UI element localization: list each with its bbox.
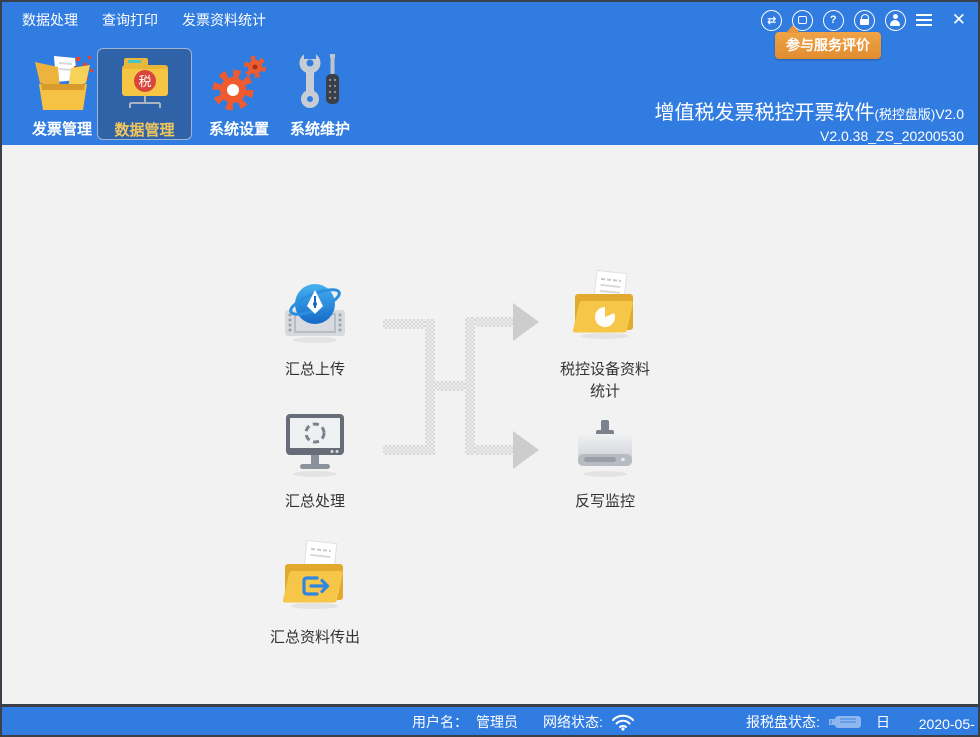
tab-invoice-management[interactable]: 发票管理	[14, 48, 110, 140]
node-summary-upload[interactable]: 汇总上传	[250, 278, 380, 381]
app-title-main: 增值税发票税控开票软件	[655, 102, 875, 124]
menu-data-processing[interactable]: 数据处理	[22, 10, 78, 30]
tab-system-maintenance[interactable]: 系统维护	[275, 48, 365, 140]
speech-bubble-icon	[798, 16, 807, 24]
user-icon[interactable]	[885, 10, 906, 31]
menu-invoice-statistics[interactable]: 发票资料统计	[182, 10, 266, 30]
close-button[interactable]: ✕	[952, 10, 966, 30]
app-title-version: V2.0	[935, 106, 964, 122]
globe-pen-icon	[279, 278, 351, 348]
node-label: 汇总上传	[285, 359, 345, 381]
flow-pipe	[465, 317, 475, 455]
help-icon[interactable]: ?	[823, 10, 844, 31]
flow-arrow-bottom	[513, 431, 539, 469]
node-label: 反写监控	[575, 491, 635, 513]
tools-icon	[275, 48, 365, 114]
menu-hamburger-icon[interactable]	[916, 12, 932, 28]
node-label: 汇总处理	[285, 491, 345, 513]
drive-brush-icon	[570, 416, 640, 480]
service-rating-tooltip[interactable]: 参与服务评价	[775, 32, 881, 59]
switch-user-icon[interactable]: ⇄	[761, 10, 782, 31]
tooltip-tail	[786, 25, 800, 33]
app-build-version: V2.0.38_ZS_20200530	[655, 128, 964, 144]
tab-system-settings[interactable]: 系统设置	[194, 48, 284, 140]
monitor-refresh-icon	[280, 410, 350, 480]
usb-drive-icon	[828, 713, 864, 731]
date-value: 2020-05-28	[919, 716, 978, 737]
person-glyph	[889, 14, 901, 26]
invoice-box-icon	[14, 48, 110, 114]
status-network: 网络状态:	[543, 712, 635, 732]
flow-pipe	[475, 317, 515, 327]
tooltip-text: 参与服务评价	[786, 37, 870, 53]
user-value: 管理员	[476, 712, 518, 732]
network-label: 网络状态:	[543, 712, 603, 732]
app-title: 增值税发票税控开票软件(税控盘版)V2.0 V2.0.38_ZS_2020053…	[655, 96, 964, 144]
data-folder-icon: 税	[98, 49, 191, 115]
status-user: 用户名： 管理员	[412, 712, 518, 732]
user-label: 用户名：	[412, 712, 468, 732]
svg-text:税: 税	[138, 74, 151, 89]
gears-icon	[194, 48, 284, 114]
node-label: 税控设备资料统计	[557, 359, 653, 403]
folder-export-icon	[275, 540, 355, 616]
taxdisk-label: 报税盘状态:	[746, 712, 820, 732]
status-tax-disk: 报税盘状态:	[746, 712, 864, 732]
flow-pipe	[425, 319, 435, 455]
wifi-icon	[611, 713, 635, 731]
menu-items: 数据处理 查询打印 发票资料统计	[22, 10, 266, 30]
tab-label: 系统维护	[275, 118, 365, 139]
padlock-glyph	[860, 19, 869, 25]
app-title-edition: (税控盘版)	[875, 107, 936, 122]
tab-label: 数据管理	[98, 119, 191, 140]
tab-label: 发票管理	[14, 118, 110, 139]
flow-pipe	[435, 381, 467, 391]
flow-arrow-top	[513, 303, 539, 341]
tab-label: 系统设置	[194, 118, 284, 139]
node-summary-processing[interactable]: 汇总处理	[250, 410, 380, 513]
app-window: 数据处理 查询打印 发票资料统计 ⇄ ? ✕ 参与服务评价	[0, 0, 980, 737]
question-glyph: ?	[830, 14, 837, 26]
lock-icon[interactable]	[854, 10, 875, 31]
main-area: 汇总上传 税控设备资料统计	[2, 145, 978, 704]
status-bar: 用户名： 管理员 网络状态: 报税盘状态:	[2, 704, 978, 735]
flow-pipe	[475, 445, 515, 455]
folder-statistics-icon	[563, 270, 647, 348]
node-label: 汇总资料传出	[270, 627, 360, 649]
status-date: 日期： 2020-05-28	[876, 712, 978, 737]
node-summary-export[interactable]: 汇总资料传出	[250, 540, 380, 649]
date-label: 日期：	[876, 712, 911, 737]
exchange-glyph: ⇄	[767, 14, 775, 27]
tab-data-management[interactable]: 税 数据管理	[97, 48, 192, 140]
flow-pipe	[383, 445, 435, 455]
node-tax-device-statistics[interactable]: 税控设备资料统计	[540, 270, 670, 403]
node-writeback-monitor[interactable]: 反写监控	[540, 416, 670, 513]
menu-query-print[interactable]: 查询打印	[102, 10, 158, 30]
